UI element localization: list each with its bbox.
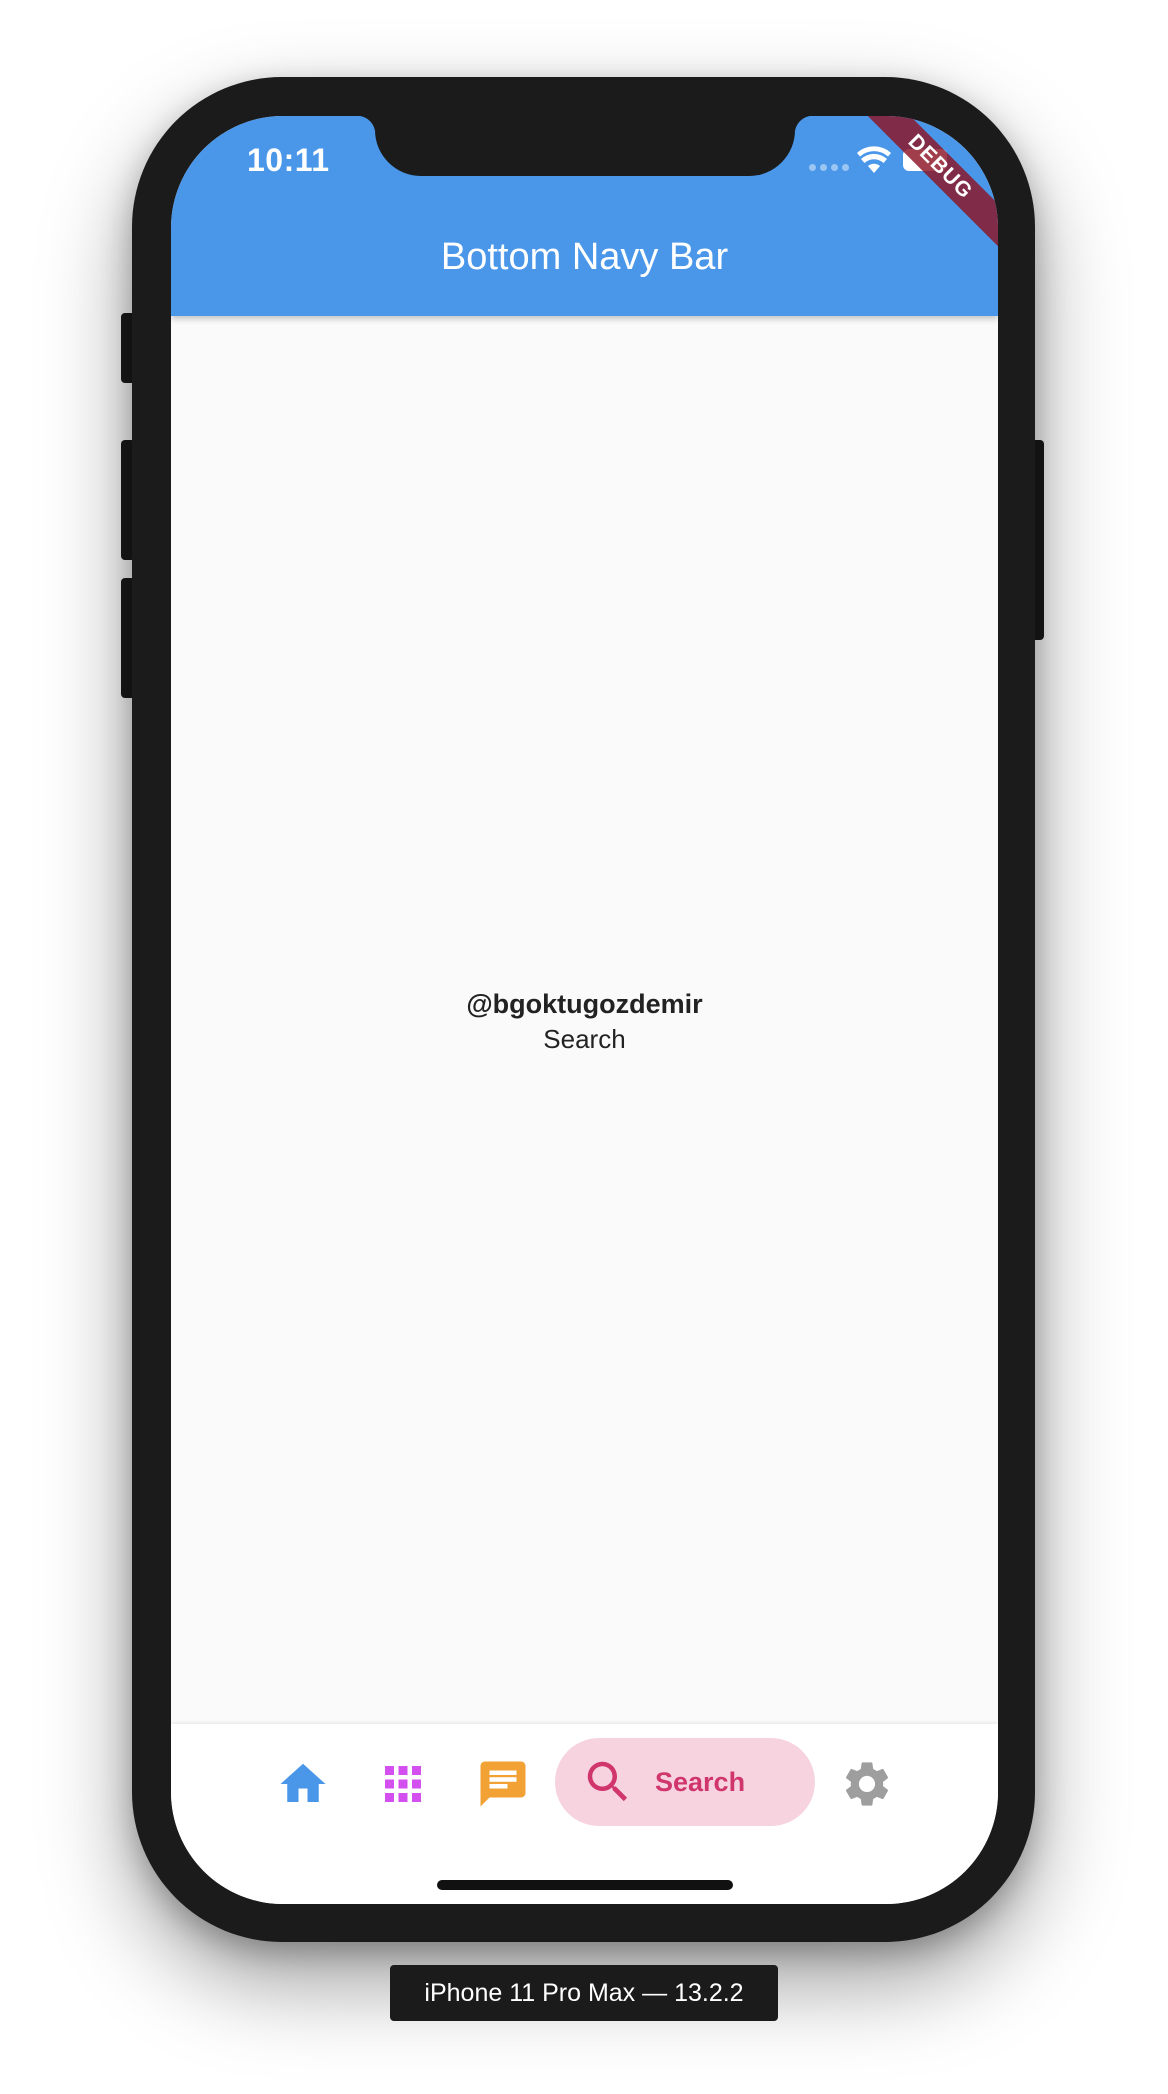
page-content: @bgoktugozdemir Search — [171, 986, 998, 1056]
status-time: 10:11 — [247, 142, 330, 178]
wifi-icon — [857, 146, 891, 173]
device-screen: 10:11 Bottom Navy Bar DEBUG @bgoktugozde… — [171, 116, 998, 1904]
nav-item-search[interactable]: Search — [555, 1738, 815, 1826]
signal-icon — [809, 164, 849, 171]
app-bar-title: Bottom Navy Bar — [440, 236, 729, 278]
nav-item-messages[interactable] — [475, 1756, 531, 1812]
author-handle: @bgoktugozdemir — [466, 989, 703, 1019]
message-icon — [480, 1761, 526, 1807]
nav-item-home[interactable] — [275, 1756, 331, 1812]
notch — [357, 116, 813, 176]
home-indicator[interactable] — [437, 1880, 733, 1890]
simulator-device-label: iPhone 11 Pro Max — 13.2.2 — [390, 1965, 778, 2021]
search-icon — [587, 1761, 628, 1802]
nav-item-settings[interactable] — [839, 1756, 895, 1812]
settings-icon — [845, 1762, 889, 1806]
page-label: Search — [543, 1024, 626, 1054]
apps-grid-icon — [385, 1766, 421, 1802]
nav-item-search-label: Search — [655, 1766, 746, 1797]
nav-item-apps[interactable] — [375, 1756, 431, 1812]
home-icon — [280, 1763, 326, 1802]
bottom-navy-bar: Search — [171, 1724, 998, 1904]
